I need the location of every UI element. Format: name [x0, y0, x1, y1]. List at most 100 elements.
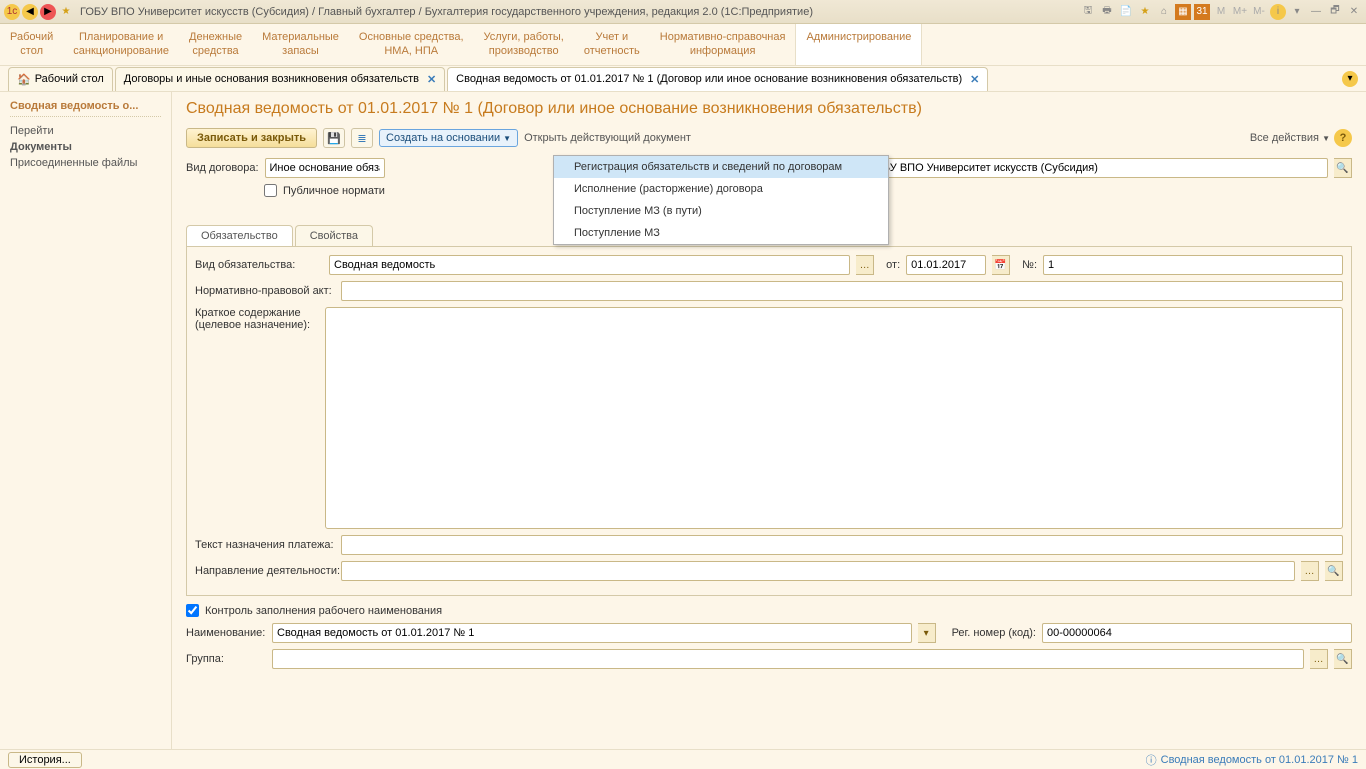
tb-doc-icon[interactable]: 📄 [1118, 4, 1134, 20]
tab-close-icon[interactable]: ✕ [970, 73, 979, 86]
control-checkbox[interactable] [186, 604, 199, 617]
menu-admin[interactable]: Администрирование [795, 24, 922, 65]
open-doc-link[interactable]: Открыть действующий документ [524, 132, 691, 144]
menu-desktop[interactable]: Рабочийстол [0, 24, 63, 65]
tab-label: Рабочий стол [35, 73, 104, 85]
ellipsis-btn[interactable]: … [1310, 649, 1328, 669]
chevron-down-icon: ▼ [503, 134, 511, 143]
menu-money[interactable]: Денежныесредства [179, 24, 252, 65]
save-icon[interactable]: 💾 [323, 128, 345, 148]
public-obl-checkbox[interactable] [264, 184, 277, 197]
group-input[interactable] [272, 649, 1304, 669]
desc-textarea[interactable] [325, 307, 1343, 529]
kind-input[interactable] [329, 255, 850, 275]
dd-item-execution[interactable]: Исполнение (расторжение) договора [554, 178, 888, 200]
tb-m-icon[interactable]: M [1213, 4, 1229, 20]
contract-type-input[interactable] [265, 158, 385, 178]
tab-menu-icon[interactable]: ▾ [1342, 71, 1358, 87]
tb-home-icon[interactable]: ⌂ [1156, 4, 1172, 20]
statusbar: История... ⓘ Сводная ведомость от 01.01.… [0, 749, 1366, 769]
lookup-btn[interactable]: 🔍 [1325, 561, 1343, 581]
list-icon[interactable]: ≣ [351, 128, 373, 148]
obligation-panel: Вид обязательства: … от: 📅 №: Нормативно… [186, 247, 1352, 596]
reg-input[interactable] [1042, 623, 1352, 643]
contract-type-label: Вид договора: [186, 162, 259, 174]
sidebar-files[interactable]: Присоединенные файлы [10, 157, 161, 169]
history-button[interactable]: История... [8, 752, 82, 768]
tab-desktop[interactable]: 🏠 Рабочий стол [8, 67, 113, 91]
menu-refdata[interactable]: Нормативно-справочнаяинформация [650, 24, 796, 65]
menu-services[interactable]: Услуги, работы,производство [474, 24, 574, 65]
name-input[interactable] [272, 623, 912, 643]
star-icon[interactable]: ★ [58, 4, 74, 20]
name-label: Наименование: [186, 627, 266, 639]
all-actions-link[interactable]: Все действия ▼ [1250, 132, 1330, 144]
num-input[interactable] [1043, 255, 1343, 275]
main-menu: Рабочийстол Планирование исанкционирован… [0, 24, 1366, 66]
create-based-dropdown: Регистрация обязательств и сведений по д… [553, 155, 889, 245]
tb-save-icon[interactable]: 🖫 [1080, 4, 1096, 20]
tb-mminus-icon[interactable]: M- [1251, 4, 1267, 20]
tb-calc-icon[interactable]: ▦ [1175, 4, 1191, 20]
create-based-button[interactable]: Создать на основании▼ [379, 129, 518, 147]
subtab-properties[interactable]: Свойства [295, 225, 373, 246]
payment-input[interactable] [341, 535, 1343, 555]
group-label: Группа: [186, 653, 266, 665]
tab-close-icon[interactable]: ✕ [427, 73, 436, 86]
tb-dd-icon[interactable]: ▾ [1289, 4, 1305, 20]
lookup-btn[interactable]: 🔍 [1334, 158, 1352, 178]
content-area: Сводная ведомость от 01.01.2017 № 1 (Дог… [172, 92, 1366, 749]
dd-item-registration[interactable]: Регистрация обязательств и сведений по д… [554, 156, 888, 178]
sidebar-title: Сводная ведомость о... [10, 100, 161, 117]
from-label: от: [886, 259, 900, 271]
reg-label: Рег. номер (код): [952, 627, 1036, 639]
sidebar-docs[interactable]: Документы [10, 141, 161, 153]
dd-item-mz[interactable]: Поступление МЗ [554, 222, 888, 244]
nav-back-icon[interactable]: ◀ [22, 4, 38, 20]
menu-reports[interactable]: Учет иотчетность [574, 24, 650, 65]
tab-contracts[interactable]: Договоры и иные основания возникновения … [115, 67, 445, 91]
app-icon: 1c [4, 4, 20, 20]
ellipsis-btn[interactable]: … [856, 255, 874, 275]
minimize-icon[interactable]: — [1308, 4, 1324, 20]
num-label: №: [1022, 259, 1037, 271]
tb-cal-icon[interactable]: 31 [1194, 4, 1210, 20]
sidebar-goto[interactable]: Перейти [10, 125, 161, 137]
chevron-down-icon: ▼ [1322, 134, 1330, 143]
toolbar: Записать и закрыть 💾 ≣ Создать на основа… [186, 128, 1352, 148]
tab-bar: 🏠 Рабочий стол Договоры и иные основания… [0, 66, 1366, 92]
lookup-btn[interactable]: 🔍 [1334, 649, 1352, 669]
tb-print-icon[interactable]: 🖶 [1099, 4, 1115, 20]
menu-planning[interactable]: Планирование исанкционирование [63, 24, 179, 65]
titlebar: 1c ◀ ▶ ★ ГОБУ ВПО Университет искусств (… [0, 0, 1366, 24]
dropdown-btn[interactable]: ▾ [918, 623, 936, 643]
npa-label: Нормативно-правовой акт: [195, 285, 335, 297]
close-icon[interactable]: ✕ [1346, 4, 1362, 20]
help-icon[interactable]: ? [1334, 129, 1352, 147]
ellipsis-btn[interactable]: … [1301, 561, 1319, 581]
window-title: ГОБУ ВПО Университет искусств (Субсидия)… [80, 6, 1080, 18]
home-icon: 🏠 [17, 73, 31, 86]
desc-label2: (целевое назначение): [195, 319, 319, 331]
menu-assets[interactable]: Основные средства,НМА, НПА [349, 24, 474, 65]
dd-item-mz-transit[interactable]: Поступление МЗ (в пути) [554, 200, 888, 222]
subtab-obligation[interactable]: Обязательство [186, 225, 293, 246]
tab-statement[interactable]: Сводная ведомость от 01.01.2017 № 1 (Дог… [447, 67, 988, 91]
tab-label: Договоры и иные основания возникновения … [124, 73, 419, 85]
status-text: Сводная ведомость от 01.01.2017 № 1 [1161, 754, 1358, 766]
calendar-icon[interactable]: 📅 [992, 255, 1010, 275]
info-icon: ⓘ [1146, 752, 1157, 768]
save-close-button[interactable]: Записать и закрыть [186, 128, 317, 148]
nav-fwd-icon[interactable]: ▶ [40, 4, 56, 20]
restore-icon[interactable]: 🗗 [1327, 4, 1343, 20]
direction-input[interactable] [341, 561, 1295, 581]
org-input[interactable] [864, 158, 1328, 178]
tb-fav-icon[interactable]: ★ [1137, 4, 1153, 20]
tb-info-icon[interactable]: i [1270, 4, 1286, 20]
npa-input[interactable] [341, 281, 1343, 301]
tb-mplus-icon[interactable]: M+ [1232, 4, 1248, 20]
direction-label: Направление деятельности: [195, 565, 335, 577]
control-label: Контроль заполнения рабочего наименовани… [205, 605, 442, 617]
menu-materials[interactable]: Материальныезапасы [252, 24, 349, 65]
date-input[interactable] [906, 255, 986, 275]
